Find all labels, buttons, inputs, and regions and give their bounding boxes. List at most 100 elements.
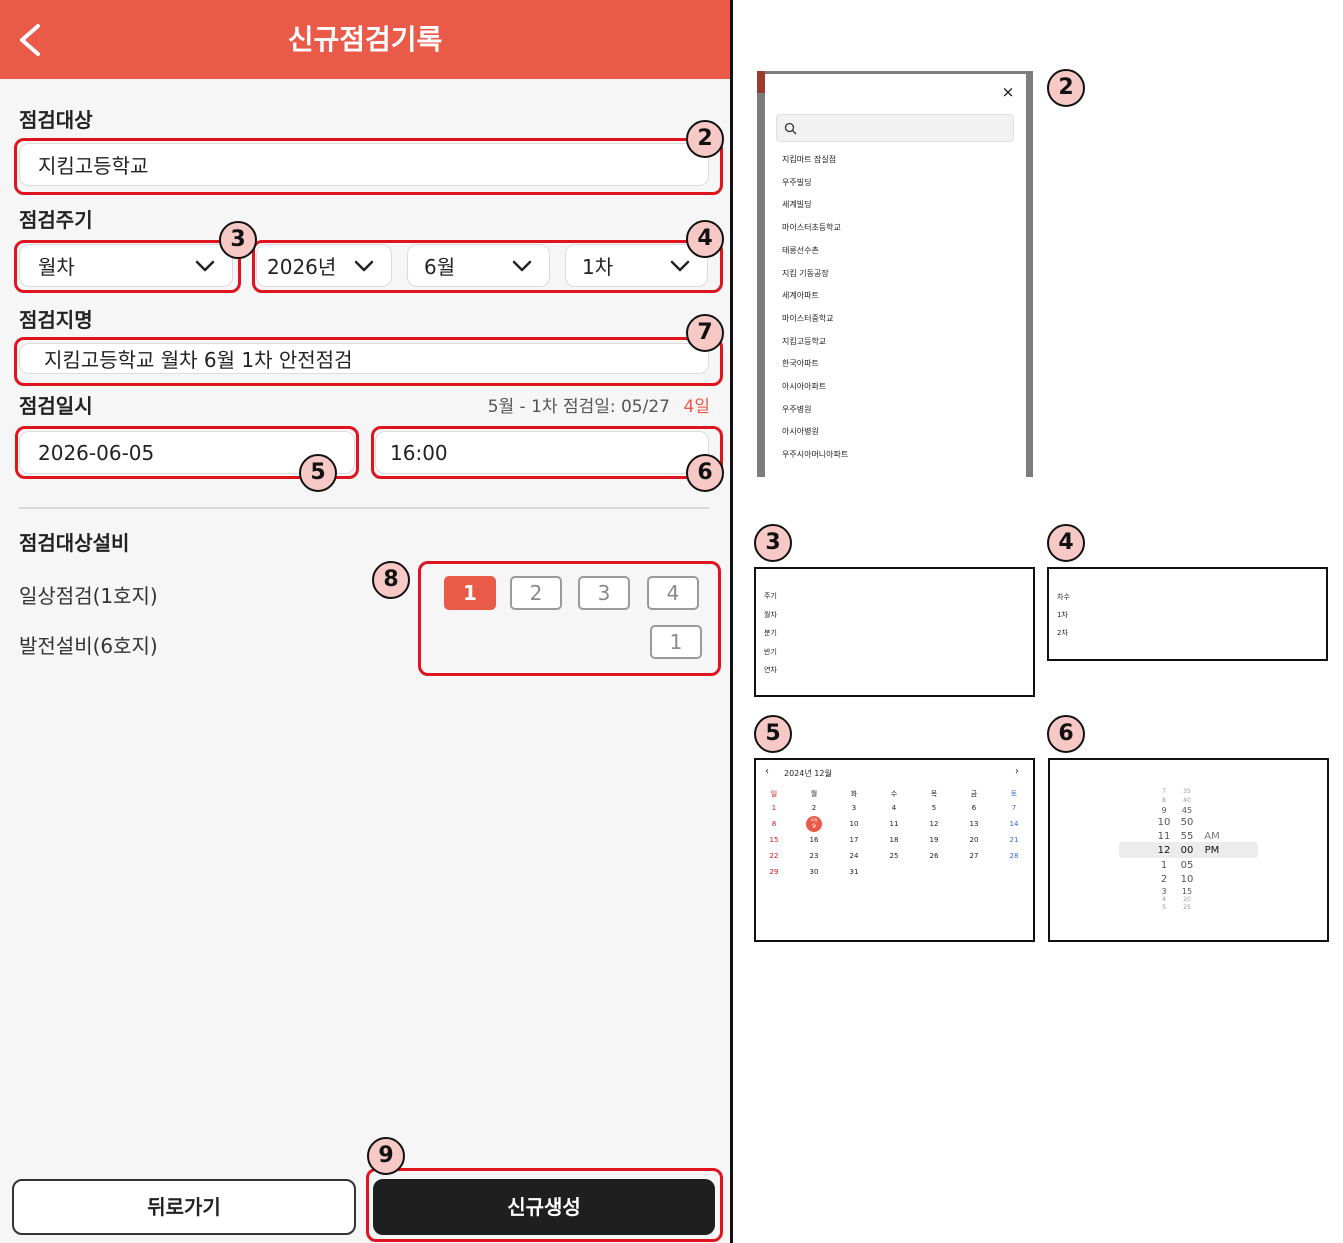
page-chip[interactable]: 2 — [510, 576, 562, 610]
target-list-item[interactable]: 지킴 기동공장 — [782, 268, 1002, 280]
year-dropdown[interactable]: 2026년 — [256, 244, 392, 287]
target-list-item[interactable]: 세계빌딩 — [782, 199, 1002, 211]
cycle-option[interactable]: 연차 — [764, 665, 777, 675]
ampm-option[interactable]: AM — [1203, 831, 1221, 842]
calendar-day[interactable]: 14 — [1004, 820, 1024, 828]
section-divider — [19, 507, 709, 509]
calendar-day[interactable]: 7 — [1004, 804, 1024, 812]
hour-option[interactable]: 7 — [1156, 788, 1172, 795]
cycle-option[interactable]: 분기 — [764, 628, 777, 638]
minute-option[interactable]: 40 — [1178, 797, 1196, 804]
period-dropdown[interactable]: 월차 — [19, 244, 233, 287]
equipment-label: 점검대상설비 — [19, 531, 130, 555]
ampm-option[interactable]: PM — [1203, 845, 1221, 856]
calendar-day[interactable]: 12 — [924, 820, 944, 828]
calendar-day[interactable]: 21 — [1004, 836, 1024, 844]
calendar-day[interactable]: 31 — [844, 868, 864, 876]
calendar-day[interactable]: 25 — [884, 852, 904, 860]
page-chip-selected[interactable]: 1 — [444, 576, 496, 610]
calendar-day[interactable]: 29 — [764, 868, 784, 876]
calendar-day[interactable]: 13 — [964, 820, 984, 828]
target-list-item[interactable]: 세계아파트 — [782, 290, 1002, 302]
minute-option[interactable]: 05 — [1178, 860, 1196, 871]
hour-option[interactable]: 2 — [1156, 874, 1172, 885]
hour-option[interactable]: 5 — [1156, 904, 1172, 911]
calendar-day[interactable]: 23 — [804, 852, 824, 860]
hour-option[interactable]: 10 — [1156, 817, 1172, 828]
target-select-field[interactable]: 지킴고등학교 — [19, 143, 709, 186]
minute-option[interactable]: 35 — [1178, 788, 1196, 795]
target-value: 지킴고등학교 — [38, 154, 149, 178]
calendar-day[interactable]: 18 — [884, 836, 904, 844]
calendar-day[interactable]: 17 — [844, 836, 864, 844]
next-month-button[interactable]: › — [1015, 766, 1019, 777]
calendar-day[interactable]: 19 — [924, 836, 944, 844]
target-list-item[interactable]: 우주병원 — [782, 404, 1002, 416]
target-list-item[interactable]: 마이스터중학교 — [782, 313, 1002, 325]
minute-option[interactable]: 15 — [1178, 887, 1196, 896]
cycle-option[interactable]: 월차 — [764, 610, 777, 620]
inspection-name-input[interactable]: 지킴고등학교 월차 6월 1차 안전점검 — [19, 343, 709, 374]
target-list-item[interactable]: 아시아병원 — [782, 426, 1002, 438]
calendar-day[interactable]: 26 — [924, 852, 944, 860]
calendar-day[interactable]: 24 — [844, 852, 864, 860]
calendar-day[interactable]: 10 — [844, 820, 864, 828]
time-picker-field[interactable]: 16:00 — [375, 431, 709, 474]
round-dropdown[interactable]: 1차 — [565, 244, 708, 287]
calendar-day[interactable]: 8 — [764, 820, 784, 828]
page-chip[interactable]: 3 — [578, 576, 630, 610]
minute-option[interactable]: 45 — [1178, 806, 1196, 815]
chevron-down-icon — [354, 260, 374, 271]
calendar-day[interactable]: 28 — [1004, 852, 1024, 860]
minute-option[interactable]: 25 — [1178, 904, 1196, 911]
calendar-day[interactable]: 2 — [804, 804, 824, 812]
target-list-item[interactable]: 우주빌딩 — [782, 177, 1002, 189]
calendar-day[interactable]: 15 — [764, 836, 784, 844]
target-search-input[interactable] — [776, 114, 1014, 142]
minute-option[interactable]: 50 — [1178, 817, 1196, 828]
create-button[interactable]: 신규생성 — [373, 1179, 715, 1235]
calendar-day[interactable]: 30 — [804, 868, 824, 876]
prev-month-button[interactable]: ‹ — [765, 766, 769, 777]
hour-option[interactable]: 3 — [1156, 887, 1172, 896]
minute-option[interactable]: 55 — [1178, 831, 1196, 842]
target-list-item[interactable]: 아시아아파트 — [782, 381, 1002, 393]
hour-option[interactable]: 8 — [1156, 797, 1172, 804]
calendar-day[interactable]: 27 — [964, 852, 984, 860]
page-chip[interactable]: 4 — [647, 576, 699, 610]
hour-option[interactable]: 4 — [1156, 896, 1172, 903]
calendar-day[interactable]: 22 — [764, 852, 784, 860]
cycle-option[interactable]: 반기 — [764, 647, 777, 657]
target-list-item[interactable]: 태릉선수촌 — [782, 245, 1002, 257]
calendar-day[interactable]: 5 — [924, 804, 944, 812]
round-option[interactable]: 2차 — [1057, 628, 1068, 638]
cycle-popup — [754, 567, 1035, 697]
calendar-day[interactable]: 11 — [884, 820, 904, 828]
minute-option[interactable]: 00 — [1178, 845, 1196, 856]
calendar-day[interactable]: 20 — [964, 836, 984, 844]
calendar-day[interactable]: 1 — [764, 804, 784, 812]
hour-option[interactable]: 9 — [1156, 806, 1172, 815]
target-list-item[interactable]: 지킴마트 잠실점 — [782, 154, 1002, 166]
minute-option[interactable]: 10 — [1178, 874, 1196, 885]
target-list-item[interactable]: 마이스터초등학교 — [782, 222, 1002, 234]
target-list-item[interactable]: 지킴고등학교 — [782, 336, 1002, 348]
calendar-day[interactable]: 6 — [964, 804, 984, 812]
callout-badge-5: 5 — [754, 715, 792, 753]
close-icon[interactable]: × — [1000, 84, 1016, 100]
calendar-day[interactable]: 3 — [844, 804, 864, 812]
calendar-today-marker[interactable]: 오늘 9 — [806, 816, 822, 832]
back-arrow-icon[interactable] — [14, 20, 50, 60]
hour-option[interactable]: 1 — [1156, 860, 1172, 871]
calendar-day[interactable]: 16 — [804, 836, 824, 844]
hour-option[interactable]: 12 — [1156, 845, 1172, 856]
hour-option[interactable]: 11 — [1156, 831, 1172, 842]
month-dropdown[interactable]: 6월 — [407, 244, 550, 287]
target-list-item[interactable]: 한국아파트 — [782, 358, 1002, 370]
page-chip[interactable]: 1 — [650, 625, 702, 659]
target-list-item[interactable]: 우주시아머니아파트 — [782, 449, 1002, 461]
calendar-day[interactable]: 4 — [884, 804, 904, 812]
round-option[interactable]: 1차 — [1057, 610, 1068, 620]
minute-option[interactable]: 20 — [1178, 896, 1196, 903]
back-button[interactable]: 뒤로가기 — [12, 1179, 356, 1235]
